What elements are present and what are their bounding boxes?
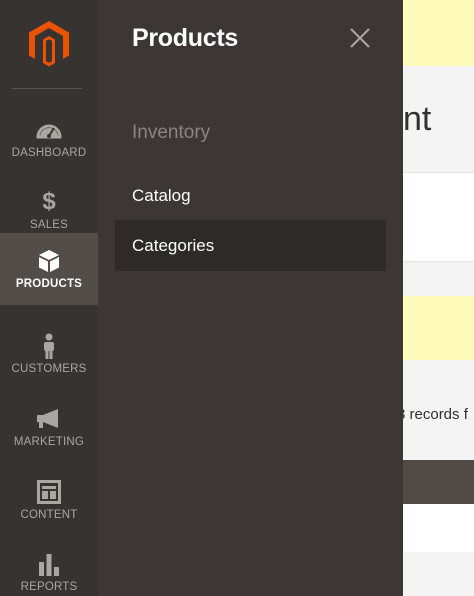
menu-link-catalog[interactable]: Catalog [132,186,191,206]
speedometer-icon [36,117,62,143]
close-button[interactable] [346,24,374,52]
close-icon [350,28,370,48]
layout-icon [37,479,61,505]
table-row [403,504,474,552]
magento-logo[interactable] [0,0,98,88]
records-count-fragment: 3 records f [403,406,468,423]
magento-logo-icon [29,21,69,67]
divider [403,261,474,262]
nav-label: CUSTOMERS [11,363,87,375]
page-background: nt 3 records f [403,0,474,596]
nav-reports[interactable]: REPORTS [0,536,98,596]
cube-icon [38,248,60,274]
nav-label: MARKETING [13,436,85,448]
nav-products[interactable]: PRODUCTS [0,233,98,305]
content-panel [403,173,474,261]
bar-chart-icon [38,551,60,577]
notice-banner [403,0,474,66]
notice-banner [403,296,474,360]
menu-link-label: Categories [132,235,215,255]
nav-marketing[interactable]: MARKETING [0,391,98,463]
menu-link-categories[interactable]: Categories [115,220,386,271]
dollar-icon: $ [42,188,56,215]
section-title-inventory: Inventory [132,122,211,143]
table-header [403,460,474,504]
products-flyout: Products Inventory Catalog Categories [98,0,403,596]
nav-label: PRODUCTS [15,278,83,290]
nav-label: CONTENT [20,509,78,521]
person-icon [42,333,56,359]
admin-sidebar: DASHBOARD $ SALES PRODUCTS CUSTOMERS MAR… [0,0,98,596]
nav-customers[interactable]: CUSTOMERS [0,318,98,390]
nav-label: DASHBOARD [11,147,87,159]
nav-label: SALES [29,219,69,231]
nav-dashboard[interactable]: DASHBOARD [0,102,98,174]
page-title-fragment: nt [403,100,432,138]
megaphone-icon [36,406,62,432]
nav-content[interactable]: CONTENT [0,464,98,536]
nav-label: REPORTS [20,581,78,593]
logo-divider [12,88,82,89]
flyout-title: Products [132,24,238,52]
